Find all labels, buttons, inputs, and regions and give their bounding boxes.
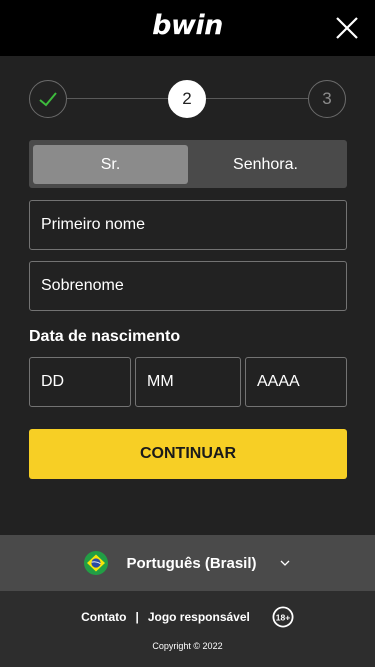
svg-text:18+: 18+ — [276, 612, 290, 622]
contact-link[interactable]: Contato — [81, 610, 126, 624]
footer-separator: | — [135, 610, 139, 624]
copyright-text: Copyright © 2022 — [152, 641, 223, 651]
bwin-logo: bwin — [152, 10, 223, 41]
last-name-field[interactable]: Sobrenome — [29, 261, 347, 311]
continue-button[interactable]: CONTINUAR — [29, 429, 347, 479]
check-icon — [39, 92, 57, 107]
gender-option-sr[interactable]: Sr. — [33, 145, 188, 184]
gender-toggle: Sr. Senhora. — [29, 140, 347, 188]
dob-year-field[interactable]: AAAA — [245, 357, 347, 407]
brazil-flag-icon — [84, 551, 109, 575]
step-1-completed — [29, 80, 67, 118]
age-18-plus-icon: 18+ — [272, 606, 294, 628]
close-icon — [336, 17, 358, 39]
step-3-pending: 3 — [308, 80, 346, 118]
step-connector — [67, 98, 168, 99]
gender-option-senhora[interactable]: Senhora. — [188, 145, 343, 184]
footer-links: Contato | Jogo responsável 18+ — [0, 606, 375, 628]
close-button[interactable] — [333, 14, 361, 42]
date-of-birth-label: Data de nascimento — [29, 328, 181, 345]
first-name-field[interactable]: Primeiro nome — [29, 200, 347, 250]
registration-stepper: 2 3 — [0, 56, 375, 140]
language-label: Português (Brasil) — [126, 554, 257, 572]
top-bar: bwin — [0, 0, 375, 56]
step-connector — [206, 98, 308, 99]
dob-day-field[interactable]: DD — [29, 357, 131, 407]
responsible-gaming-link[interactable]: Jogo responsável — [148, 610, 250, 624]
language-selector[interactable]: Português (Brasil) — [0, 535, 375, 591]
chevron-down-icon — [280, 560, 289, 566]
footer: Contato | Jogo responsável 18+ Copyright… — [0, 591, 375, 667]
step-2-active: 2 — [168, 80, 206, 118]
dob-month-field[interactable]: MM — [135, 357, 241, 407]
